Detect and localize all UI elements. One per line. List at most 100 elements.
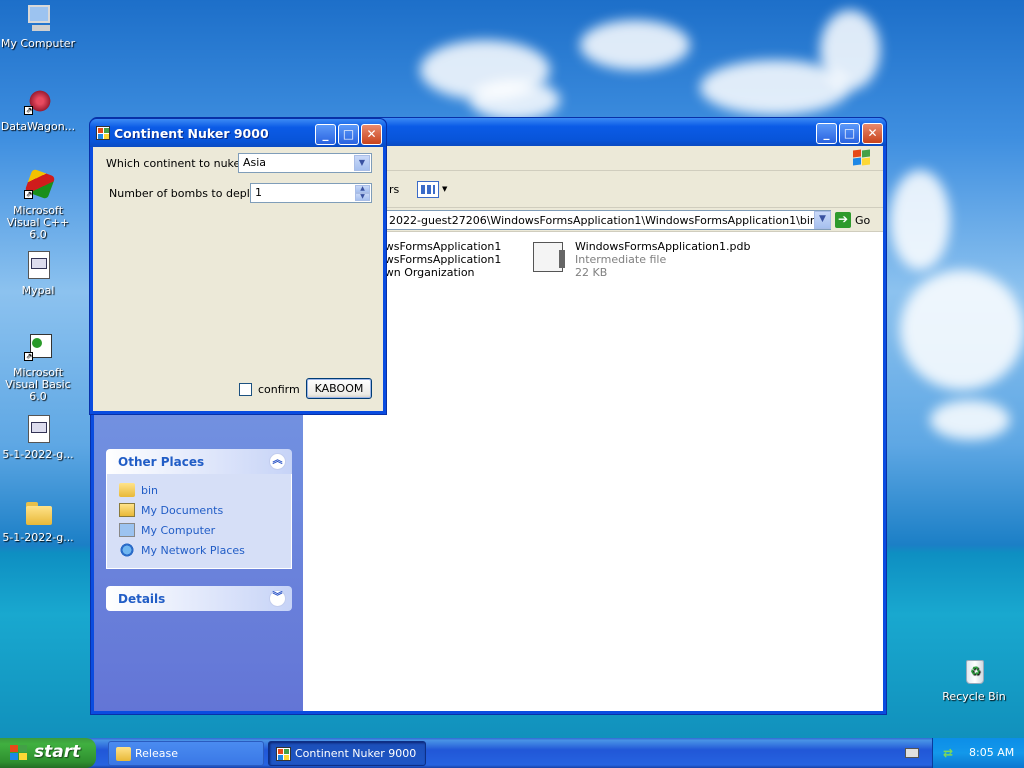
maximize-button[interactable]: □ (839, 123, 860, 144)
taskbar-item-continent-nuker[interactable]: Continent Nuker 9000 (268, 741, 426, 766)
dialog-title: Continent Nuker 9000 (114, 126, 269, 141)
folders-button-label[interactable]: rs (389, 183, 399, 196)
exe-file-icon (22, 414, 54, 446)
place-link-my-computer[interactable]: My Computer (119, 520, 281, 540)
computer-icon (119, 523, 135, 537)
desktop-icon-label: Mypal (21, 284, 55, 297)
views-button[interactable]: ▼ (417, 179, 451, 201)
desktop-icon-mypal[interactable]: Mypal (0, 250, 78, 297)
desktop-icon-recycle-bin[interactable]: ♻ Recycle Bin (934, 656, 1014, 703)
datawagon-icon: ↗ (22, 86, 54, 118)
dialog-titlebar[interactable]: Continent Nuker 9000 _ □ ✕ (90, 119, 386, 147)
computer-icon (22, 3, 54, 35)
stepper-up-icon[interactable]: ▲ (355, 185, 370, 193)
taskbar-item-release[interactable]: Release (108, 741, 264, 766)
expand-chevron-icon[interactable]: ︾ (269, 590, 286, 607)
file-name: WindowsFormsApplication1.pdb (575, 240, 751, 253)
other-places-header[interactable]: Other Places ︽ (106, 449, 292, 474)
desktop-icon-my-computer[interactable]: My Computer (0, 3, 78, 50)
address-text: 2022-guest27206\WindowsFormsApplication1… (389, 214, 831, 227)
minimize-button[interactable]: _ (315, 124, 336, 145)
continent-select[interactable]: Asia ▼ (238, 153, 372, 173)
chevron-down-icon: ▼ (442, 185, 448, 193)
folder-icon (22, 497, 54, 529)
confirm-label[interactable]: confirm (258, 383, 300, 396)
place-link-label: My Network Places (141, 543, 245, 557)
place-link-my-documents[interactable]: My Documents (119, 500, 281, 520)
close-button[interactable]: ✕ (862, 123, 883, 144)
dialog-client: Which continent to nuke? Asia ▼ Number o… (93, 147, 383, 411)
kaboom-button[interactable]: KABOOM (306, 378, 372, 399)
file-list: owsFormsApplication1 owsFormsApplication… (303, 232, 883, 711)
bombs-stepper[interactable]: 1 ▲ ▼ (250, 183, 372, 203)
network-icon (119, 543, 135, 557)
folder-icon (116, 747, 131, 761)
place-link-label: bin (141, 483, 159, 497)
file-label-block: owsFormsApplication1 owsFormsApplication… (378, 240, 501, 279)
minimize-button[interactable]: _ (816, 123, 837, 144)
desktop-icon-label: Microsoft Visual Basic 6.0 (5, 366, 71, 403)
desktop-icon-label: Microsoft Visual C++ 6.0 (6, 204, 70, 241)
desktop-icon-label: My Computer (0, 37, 76, 50)
go-label: Go (855, 213, 871, 227)
desktop-icon-label: 5-1-2022-g... (2, 448, 74, 461)
place-link-my-network-places[interactable]: My Network Places (119, 540, 281, 560)
app-icon (96, 126, 110, 140)
bombs-label: Number of bombs to deploy: (109, 187, 266, 200)
desktop-icon-datawagon[interactable]: ↗ DataWagon... (0, 86, 78, 133)
folder-icon (119, 483, 135, 497)
place-link-label: My Computer (141, 523, 216, 537)
go-arrow-icon: ➔ (835, 212, 851, 228)
exe-file-icon (22, 250, 54, 282)
clock[interactable]: 8:05 AM (969, 746, 1014, 759)
stepper-down-icon[interactable]: ▼ (355, 193, 370, 201)
system-tray: ⇄ 8:05 AM (932, 738, 1024, 768)
go-button[interactable]: ➔ Go (835, 211, 870, 229)
bombs-value: 1 (255, 186, 262, 199)
desktop-icon-label: 5-1-2022-g... (2, 531, 74, 544)
desktop-icon-visual-cpp[interactable]: ↗ Microsoft Visual C++ 6.0 (0, 168, 78, 241)
taskbar: start Release Continent Nuker 9000 ⇄ 8:0… (0, 738, 1024, 768)
close-button[interactable]: ✕ (361, 124, 382, 145)
network-tray-icon[interactable]: ⇄ (943, 746, 957, 760)
start-label: start (34, 742, 81, 762)
place-link-label: My Documents (141, 503, 224, 517)
windows-logo-icon (10, 745, 28, 761)
chevron-down-icon[interactable]: ▼ (354, 155, 370, 171)
desktop-icon-folder[interactable]: 5-1-2022-g... (0, 497, 78, 544)
other-places-content: bin My Documents My Computer My Network … (106, 474, 292, 569)
keyboard-icon[interactable] (905, 748, 919, 758)
continent-label: Which continent to nuke? (106, 157, 247, 170)
app-icon (276, 747, 291, 761)
task-label: Continent Nuker 9000 (295, 747, 417, 760)
maximize-button[interactable]: □ (338, 124, 359, 145)
desktop-icon-visual-basic[interactable]: ↗ Microsoft Visual Basic 6.0 (0, 332, 78, 403)
details-panel: Details ︾ (106, 586, 292, 611)
file-type: owsFormsApplication1 (378, 253, 502, 266)
visual-basic-icon: ↗ (22, 332, 54, 364)
place-link-bin[interactable]: bin (119, 480, 281, 500)
collapse-chevron-icon[interactable]: ︽ (269, 453, 286, 470)
file-label-block: WindowsFormsApplication1.pdb Intermediat… (575, 240, 750, 279)
recycle-bin-icon: ♻ (958, 656, 990, 688)
details-title: Details (118, 592, 166, 606)
task-label: Release (135, 747, 178, 760)
other-places-title: Other Places (118, 455, 205, 469)
continent-value: Asia (243, 156, 267, 169)
details-header[interactable]: Details ︾ (106, 586, 292, 611)
start-button[interactable]: start (0, 738, 96, 768)
my-documents-icon (119, 503, 135, 517)
generic-file-icon (531, 240, 567, 274)
file-name: owsFormsApplication1 (378, 240, 502, 253)
windows-logo-icon (851, 149, 873, 167)
continent-nuker-window[interactable]: Continent Nuker 9000 _ □ ✕ Which contine… (89, 118, 387, 415)
desktop-icon-file-1[interactable]: 5-1-2022-g... (0, 414, 78, 461)
file-item-pdb[interactable]: WindowsFormsApplication1.pdb Intermediat… (531, 240, 750, 279)
stepper-buttons: ▲ ▼ (355, 185, 370, 201)
other-places-panel: Other Places ︽ bin My Documents My Compu… (106, 449, 292, 569)
confirm-checkbox[interactable] (239, 383, 252, 396)
file-company: own Organization (378, 266, 475, 279)
file-size: 22 KB (575, 266, 608, 279)
desktop-icon-label: Recycle Bin (942, 690, 1006, 703)
address-dropdown-button[interactable]: ▼ (814, 211, 831, 229)
